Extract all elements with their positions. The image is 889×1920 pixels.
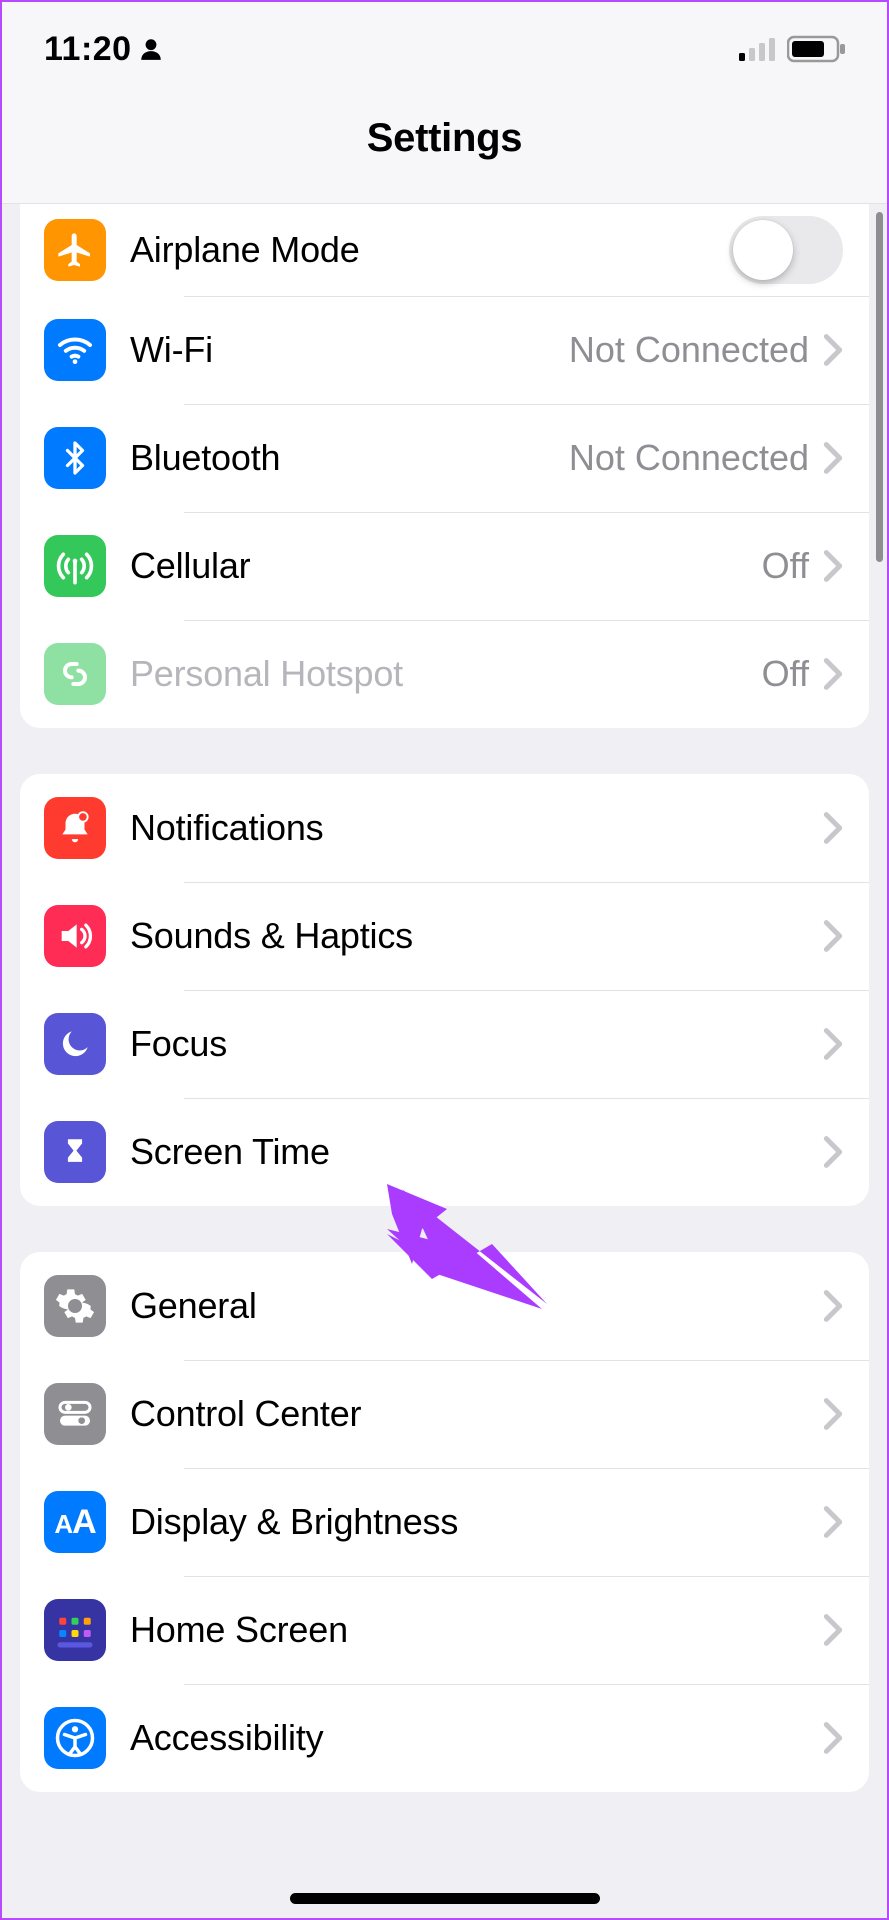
row-label: Bluetooth: [130, 437, 569, 479]
switches-icon: [44, 1383, 106, 1445]
chevron-right-icon: [823, 1505, 843, 1539]
grid-icon: [44, 1599, 106, 1661]
row-general[interactable]: General: [20, 1252, 869, 1360]
row-label: General: [130, 1285, 823, 1327]
chevron-right-icon: [823, 1027, 843, 1061]
gear-icon: [44, 1275, 106, 1337]
row-label: Focus: [130, 1023, 823, 1065]
header: Settings: [2, 74, 887, 204]
row-wifi[interactable]: Wi-Fi Not Connected: [20, 296, 869, 404]
hourglass-icon: [44, 1121, 106, 1183]
signal-icon: [739, 37, 779, 61]
row-focus[interactable]: Focus: [20, 990, 869, 1098]
antenna-icon: [44, 535, 106, 597]
row-label: Airplane Mode: [130, 229, 729, 271]
row-value: Off: [762, 545, 809, 587]
chevron-right-icon: [823, 549, 843, 583]
row-label: Display & Brightness: [130, 1501, 823, 1543]
aa-icon: AA: [44, 1491, 106, 1553]
chevron-right-icon: [823, 919, 843, 953]
chevron-right-icon: [823, 1613, 843, 1647]
chevron-right-icon: [823, 1289, 843, 1323]
scrollbar[interactable]: [876, 212, 883, 562]
row-sounds-haptics[interactable]: Sounds & Haptics: [20, 882, 869, 990]
airplane-icon: [44, 219, 106, 281]
speaker-icon: [44, 905, 106, 967]
link-icon: [44, 643, 106, 705]
group-general: General Control Center AA Display & Brig…: [20, 1252, 869, 1792]
row-label: Screen Time: [130, 1131, 823, 1173]
row-label: Notifications: [130, 807, 823, 849]
battery-icon: [787, 35, 847, 63]
chevron-right-icon: [823, 333, 843, 367]
status-left: 11:20: [44, 30, 164, 69]
settings-list[interactable]: Airplane Mode Wi-Fi Not Connected Blueto…: [2, 204, 887, 1918]
row-cellular[interactable]: Cellular Off: [20, 512, 869, 620]
row-home-screen[interactable]: Home Screen: [20, 1576, 869, 1684]
row-label: Sounds & Haptics: [130, 915, 823, 957]
row-display-brightness[interactable]: AA Display & Brightness: [20, 1468, 869, 1576]
bell-icon: [44, 797, 106, 859]
row-label: Cellular: [130, 545, 762, 587]
row-value: Not Connected: [569, 437, 809, 479]
status-right: [739, 35, 847, 63]
bluetooth-icon: [44, 427, 106, 489]
home-indicator[interactable]: [290, 1893, 600, 1904]
row-personal-hotspot[interactable]: Personal Hotspot Off: [20, 620, 869, 728]
chevron-right-icon: [823, 1397, 843, 1431]
row-accessibility[interactable]: Accessibility: [20, 1684, 869, 1792]
person-status-icon: [138, 36, 164, 62]
row-airplane-mode[interactable]: Airplane Mode: [20, 204, 869, 296]
row-control-center[interactable]: Control Center: [20, 1360, 869, 1468]
row-label: Control Center: [130, 1393, 823, 1435]
status-bar: 11:20: [2, 2, 887, 74]
person-icon: [44, 1707, 106, 1769]
chevron-right-icon: [823, 441, 843, 475]
status-time: 11:20: [44, 30, 132, 69]
row-notifications[interactable]: Notifications: [20, 774, 869, 882]
row-bluetooth[interactable]: Bluetooth Not Connected: [20, 404, 869, 512]
row-label: Accessibility: [130, 1717, 823, 1759]
chevron-right-icon: [823, 657, 843, 691]
row-value: Off: [762, 653, 809, 695]
wifi-icon: [44, 319, 106, 381]
row-screen-time[interactable]: Screen Time: [20, 1098, 869, 1206]
row-value: Not Connected: [569, 329, 809, 371]
row-label: Personal Hotspot: [130, 653, 762, 695]
moon-icon: [44, 1013, 106, 1075]
row-label: Wi-Fi: [130, 329, 569, 371]
settings-screen: 11:20 Settings: [2, 2, 887, 1918]
row-label: Home Screen: [130, 1609, 823, 1651]
airplane-toggle[interactable]: [729, 216, 843, 284]
chevron-right-icon: [823, 811, 843, 845]
page-title: Settings: [367, 116, 522, 161]
chevron-right-icon: [823, 1721, 843, 1755]
chevron-right-icon: [823, 1135, 843, 1169]
group-connectivity: Airplane Mode Wi-Fi Not Connected Blueto…: [20, 204, 869, 728]
group-attention: Notifications Sounds & Haptics Focus: [20, 774, 869, 1206]
